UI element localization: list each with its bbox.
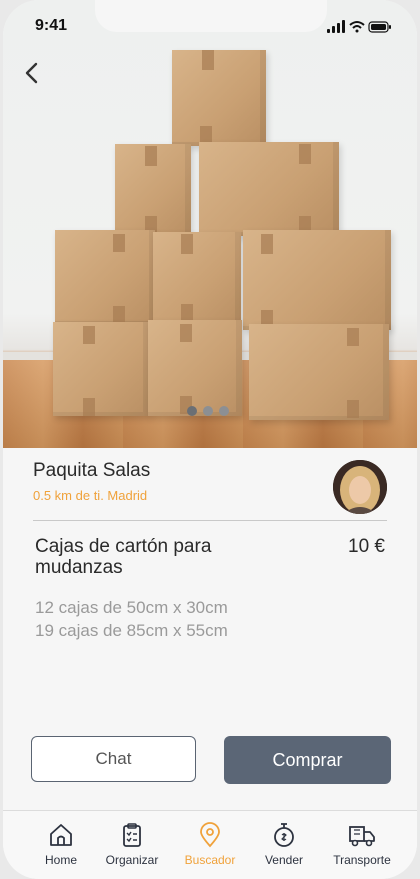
box-image xyxy=(243,230,391,330)
tab-vender[interactable]: Vender xyxy=(249,821,319,867)
home-icon xyxy=(50,824,72,846)
notch xyxy=(95,0,327,32)
tab-buscador[interactable]: Buscador xyxy=(175,821,245,867)
tab-label: Home xyxy=(44,853,77,867)
clipboard-icon xyxy=(123,823,141,847)
box-image xyxy=(249,324,389,420)
box-image xyxy=(53,322,149,416)
tab-label: Transporte xyxy=(333,853,391,867)
detail-line: 12 cajas de 50cm x 30cm xyxy=(35,598,228,617)
box-image xyxy=(153,232,241,324)
avatar-image xyxy=(333,460,387,514)
product-title: Cajas de cartón para mudanzas xyxy=(35,536,212,578)
buy-button[interactable]: Comprar xyxy=(224,736,391,784)
box-image xyxy=(148,320,242,416)
box-image xyxy=(172,50,266,146)
product-image-carousel[interactable] xyxy=(3,0,417,448)
seller-location: 0.5 km de ti. Madrid xyxy=(33,488,148,503)
signal-icon xyxy=(327,20,345,33)
status-bar: 9:41 xyxy=(3,0,417,44)
tab-organizar[interactable]: Organizar xyxy=(97,821,167,867)
tab-label: Vender xyxy=(264,853,304,867)
battery-icon xyxy=(368,21,391,33)
tab-label: Organizar xyxy=(105,853,159,867)
bottom-tab-bar: Home Organizar Buscador Vender Transport… xyxy=(3,810,417,879)
truck-icon xyxy=(349,826,375,847)
product-description: 12 cajas de 50cm x 30cm 19 cajas de 85cm… xyxy=(35,596,228,642)
box-image xyxy=(55,230,155,325)
wifi-icon xyxy=(349,21,365,33)
status-time: 9:41 xyxy=(35,17,68,34)
tab-transporte[interactable]: Transporte xyxy=(327,821,397,867)
tab-label: Buscador xyxy=(184,853,236,867)
coin-timer-icon xyxy=(274,823,294,847)
box-image xyxy=(199,142,339,236)
carousel-pagination[interactable] xyxy=(187,406,229,416)
detail-line: 19 cajas de 85cm x 55cm xyxy=(35,621,228,640)
divider xyxy=(33,520,387,521)
location-pin-icon xyxy=(200,822,220,848)
carousel-dot[interactable] xyxy=(203,406,213,416)
phone-screen: 9:41 Paquita Salas 0.5 km de ti. Madrid … xyxy=(3,0,417,879)
seller-name[interactable]: Paquita Salas xyxy=(33,460,150,482)
box-image xyxy=(115,144,191,236)
product-price: 10 € xyxy=(348,536,385,557)
back-arrow-icon[interactable] xyxy=(21,60,43,86)
carousel-dot[interactable] xyxy=(187,406,197,416)
seller-avatar[interactable] xyxy=(333,460,387,514)
tab-home[interactable]: Home xyxy=(26,821,96,867)
status-icons xyxy=(327,20,391,33)
chat-button[interactable]: Chat xyxy=(31,736,196,782)
carousel-dot[interactable] xyxy=(219,406,229,416)
